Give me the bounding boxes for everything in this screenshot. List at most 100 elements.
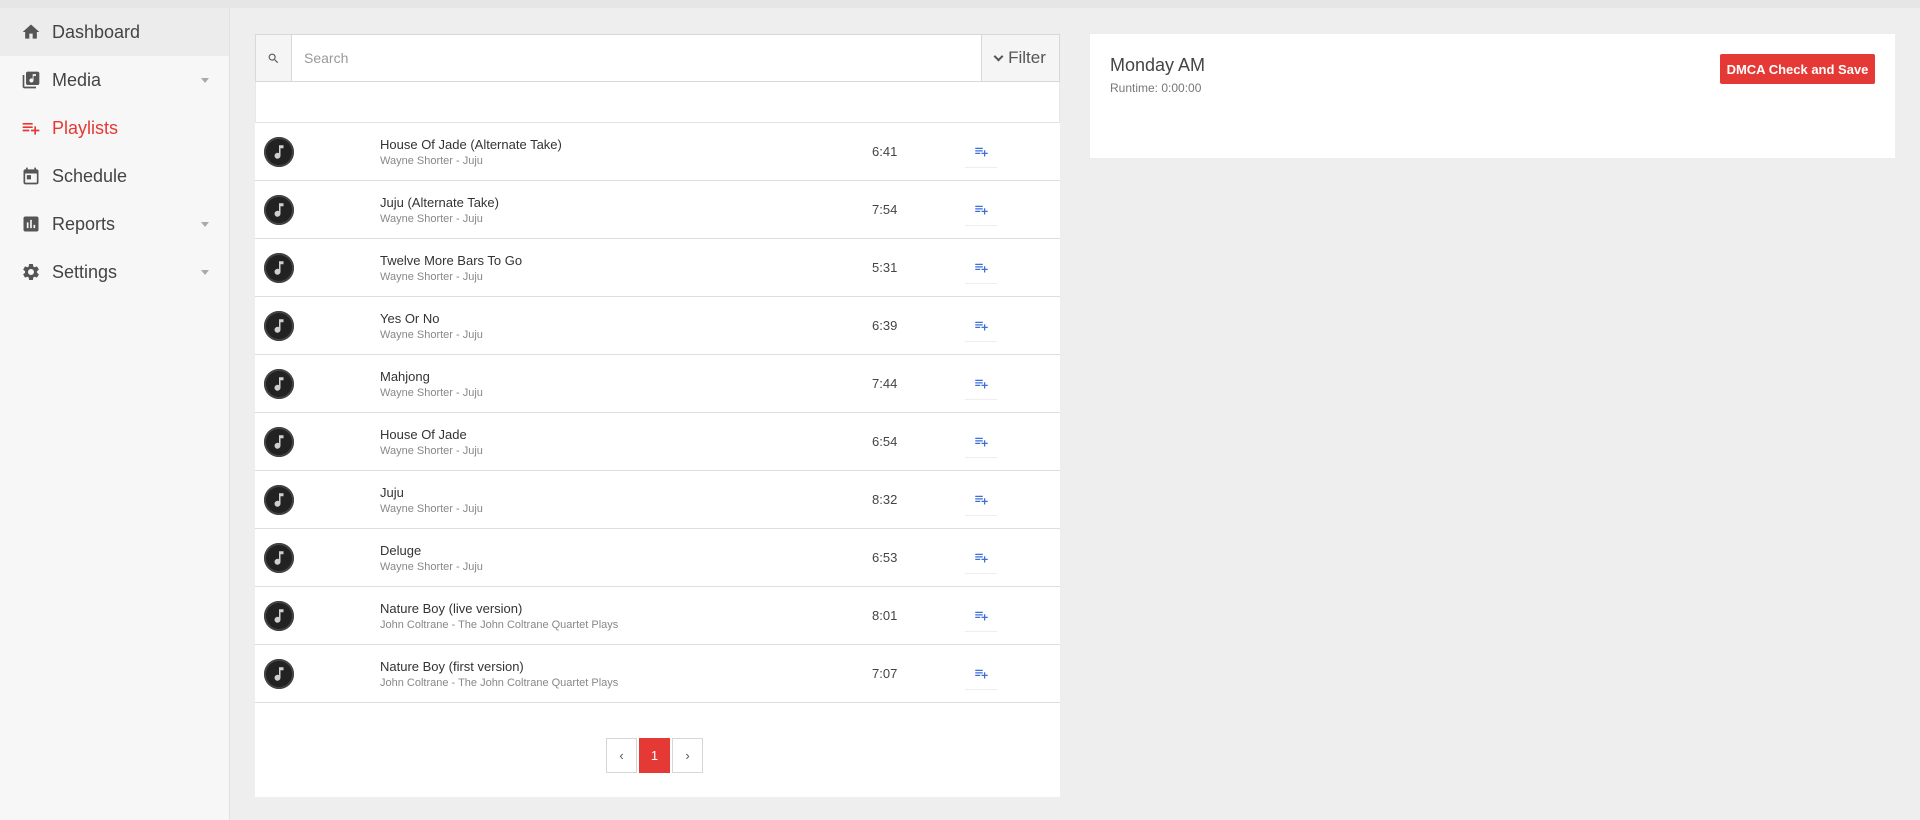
add-to-playlist-button[interactable] <box>965 658 997 690</box>
page-1-button[interactable]: 1 <box>639 738 670 773</box>
table-row[interactable]: Twelve More Bars To Go Wayne Shorter - Ju… <box>255 239 1060 297</box>
table-row[interactable]: Mahjong Wayne Shorter - Juju 7:44 <box>255 355 1060 413</box>
music-note-icon <box>264 427 294 457</box>
track-title: Mahjong <box>380 369 430 384</box>
playlist-add-icon <box>974 553 988 563</box>
home-icon <box>20 21 42 43</box>
sidebar-item-reports[interactable]: Reports <box>0 200 229 248</box>
table-row[interactable]: Juju (Alternate Take) Wayne Shorter - Juj… <box>255 181 1060 239</box>
track-duration: 7:07 <box>872 666 898 681</box>
table-row[interactable]: Nature Boy (live version) John Coltrane -… <box>255 587 1060 645</box>
search-input[interactable] <box>292 35 981 81</box>
music-note-icon <box>264 137 294 167</box>
track-title: House Of Jade (Alternate Take) <box>380 137 562 152</box>
playlist-add-icon <box>974 321 988 331</box>
playlist-runtime: Runtime: 0:00:00 <box>1110 81 1202 95</box>
track-duration: 6:39 <box>872 318 898 333</box>
sidebar-item-label: Reports <box>52 213 116 234</box>
dmca-check-and-save-button[interactable]: DMCA Check and Save <box>1720 54 1875 84</box>
track-duration: 6:54 <box>872 434 898 449</box>
track-artist-album: Wayne Shorter - Juju <box>380 155 483 167</box>
track-artist-album: Wayne Shorter - Juju <box>380 271 483 283</box>
add-to-playlist-button[interactable] <box>965 136 997 168</box>
table-row[interactable]: Nature Boy (first version) John Coltrane … <box>255 645 1060 703</box>
add-to-playlist-button[interactable] <box>965 252 997 284</box>
playlist-add-icon <box>20 117 42 139</box>
music-note-icon <box>264 659 294 689</box>
playlist-add-icon <box>974 611 988 621</box>
track-duration: 5:31 <box>872 260 898 275</box>
track-list: House Of Jade (Alternate Take) Wayne Shor… <box>255 123 1060 703</box>
track-title: Yes Or No <box>380 311 440 326</box>
gear-icon <box>20 261 42 283</box>
track-duration: 7:54 <box>872 202 898 217</box>
prev-page-button[interactable]: ‹ <box>606 738 637 773</box>
track-artist-album: Wayne Shorter - Juju <box>380 387 483 399</box>
sidebar-item-dashboard[interactable]: Dashboard <box>0 8 229 56</box>
sidebar-item-label: Schedule <box>52 165 128 186</box>
table-row[interactable]: House Of Jade Wayne Shorter - Juju 6:54 <box>255 413 1060 471</box>
playlist-add-icon <box>974 263 988 273</box>
filter-button[interactable]: Filter <box>981 35 1059 81</box>
filter-label: Filter <box>1008 48 1046 67</box>
add-to-playlist-button[interactable] <box>965 484 997 516</box>
table-row[interactable]: House Of Jade (Alternate Take) Wayne Shor… <box>255 123 1060 181</box>
sidebar-item-settings[interactable]: Settings <box>0 248 229 296</box>
playlist-add-icon <box>974 205 988 215</box>
track-duration: 6:53 <box>872 550 898 565</box>
track-artist-album: Wayne Shorter - Juju <box>380 503 483 515</box>
track-duration: 7:44 <box>872 376 898 391</box>
track-artist-album: Wayne Shorter - Juju <box>380 561 483 573</box>
search-icon <box>256 35 292 81</box>
music-note-icon <box>264 369 294 399</box>
sidebar-item-label: Media <box>52 69 102 90</box>
track-title: House Of Jade <box>380 427 467 442</box>
music-note-icon <box>264 543 294 573</box>
sidebar-item-schedule[interactable]: Schedule <box>0 152 229 200</box>
playlist-add-icon <box>974 379 988 389</box>
chevron-down-icon <box>201 270 209 275</box>
playlist-add-icon <box>974 437 988 447</box>
pagination: ‹ 1 › <box>606 738 703 773</box>
add-to-playlist-button[interactable] <box>965 368 997 400</box>
table-row[interactable]: Juju Wayne Shorter - Juju 8:32 <box>255 471 1060 529</box>
music-note-icon <box>264 253 294 283</box>
chevron-down-icon <box>993 51 1004 61</box>
playlist-detail-panel: Monday AM Runtime: 0:00:00 DMCA Check an… <box>1090 34 1895 158</box>
track-duration: 8:32 <box>872 492 898 507</box>
chevron-down-icon <box>201 222 209 227</box>
playlist-add-icon <box>974 669 988 679</box>
music-note-icon <box>264 485 294 515</box>
next-page-button[interactable]: › <box>672 738 703 773</box>
playlist-name: Monday AM <box>1110 55 1206 75</box>
chevron-down-icon <box>201 78 209 83</box>
add-to-playlist-button[interactable] <box>965 542 997 574</box>
track-title: Nature Boy (first version) <box>380 659 524 674</box>
playlist-add-icon <box>974 147 988 157</box>
add-to-playlist-button[interactable] <box>965 310 997 342</box>
library-music-icon <box>20 69 42 91</box>
track-artist-album: Wayne Shorter - Juju <box>380 445 483 457</box>
sidebar-item-playlists[interactable]: Playlists <box>0 104 229 152</box>
track-artist-album: Wayne Shorter - Juju <box>380 329 483 341</box>
track-title: Deluge <box>380 543 422 558</box>
list-header <box>255 82 1060 123</box>
search-bar: Filter <box>255 34 1060 82</box>
sidebar-item-media[interactable]: Media <box>0 56 229 104</box>
bar-chart-icon <box>20 213 42 235</box>
track-title: Juju <box>380 485 404 500</box>
add-to-playlist-button[interactable] <box>965 426 997 458</box>
track-artist-album: John Coltrane - The John Coltrane Quarte… <box>380 619 619 631</box>
table-row[interactable]: Yes Or No Wayne Shorter - Juju 6:39 <box>255 297 1060 355</box>
table-row[interactable]: Deluge Wayne Shorter - Juju 6:53 <box>255 529 1060 587</box>
add-to-playlist-button[interactable] <box>965 194 997 226</box>
sidebar-item-label: Dashboard <box>52 21 141 42</box>
add-to-playlist-button[interactable] <box>965 600 997 632</box>
sidebar-item-label: Settings <box>52 261 118 282</box>
track-title: Nature Boy (live version) <box>380 601 523 616</box>
track-title: Juju (Alternate Take) <box>380 195 499 210</box>
track-duration: 8:01 <box>872 608 898 623</box>
music-note-icon <box>264 311 294 341</box>
track-artist-album: Wayne Shorter - Juju <box>380 213 483 225</box>
music-note-icon <box>264 195 294 225</box>
